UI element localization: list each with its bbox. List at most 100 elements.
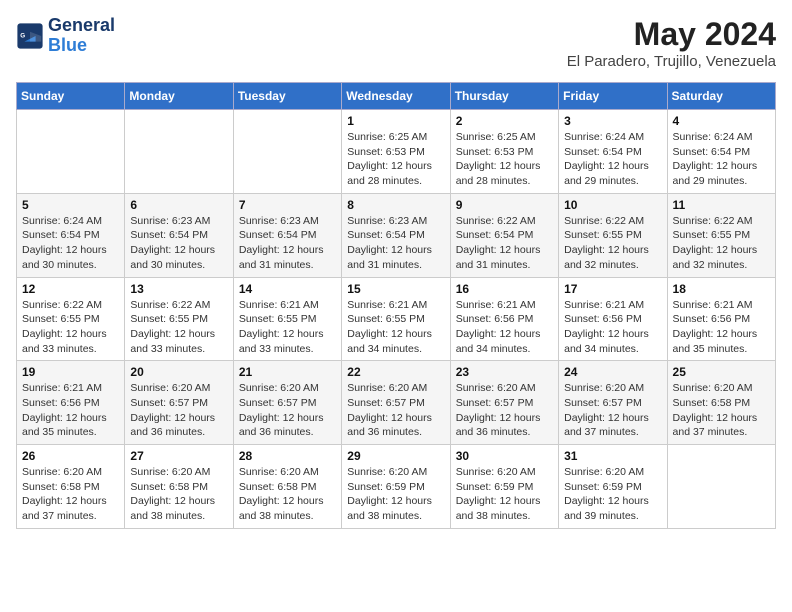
- day-info: Sunrise: 6:20 AM Sunset: 6:58 PM Dayligh…: [239, 465, 336, 524]
- day-info: Sunrise: 6:20 AM Sunset: 6:57 PM Dayligh…: [564, 381, 661, 440]
- page-header: G GeneralBlue May 2024 El Paradero, Truj…: [16, 16, 776, 70]
- calendar-cell: 20 Sunrise: 6:20 AM Sunset: 6:57 PM Dayli…: [125, 361, 233, 445]
- day-number: 16: [456, 282, 553, 296]
- day-info: Sunrise: 6:21 AM Sunset: 6:55 PM Dayligh…: [239, 298, 336, 357]
- calendar-cell: 5 Sunrise: 6:24 AM Sunset: 6:54 PM Daylig…: [17, 193, 125, 277]
- calendar-cell: 11 Sunrise: 6:22 AM Sunset: 6:55 PM Dayli…: [667, 193, 775, 277]
- day-info: Sunrise: 6:21 AM Sunset: 6:56 PM Dayligh…: [456, 298, 553, 357]
- day-number: 31: [564, 449, 661, 463]
- day-of-week-header: Monday: [125, 83, 233, 110]
- calendar-cell: 28 Sunrise: 6:20 AM Sunset: 6:58 PM Dayli…: [233, 445, 341, 529]
- calendar-week-row: 12Sunrise: 6:22 AM Sunset: 6:55 PM Dayli…: [17, 277, 776, 361]
- day-info: Sunrise: 6:20 AM Sunset: 6:59 PM Dayligh…: [564, 465, 661, 524]
- day-info: Sunrise: 6:23 AM Sunset: 6:54 PM Dayligh…: [347, 214, 444, 273]
- day-number: 23: [456, 365, 553, 379]
- day-number: 30: [456, 449, 553, 463]
- calendar-cell: 9 Sunrise: 6:22 AM Sunset: 6:54 PM Daylig…: [450, 193, 558, 277]
- calendar-cell: 14 Sunrise: 6:21 AM Sunset: 6:55 PM Dayli…: [233, 277, 341, 361]
- day-info: Sunrise: 6:20 AM Sunset: 6:57 PM Dayligh…: [456, 381, 553, 440]
- day-number: 15: [347, 282, 444, 296]
- day-number: 13: [130, 282, 227, 296]
- calendar-cell: 31 Sunrise: 6:20 AM Sunset: 6:59 PM Dayli…: [559, 445, 667, 529]
- day-info: Sunrise: 6:20 AM Sunset: 6:59 PM Dayligh…: [347, 465, 444, 524]
- day-info: Sunrise: 6:20 AM Sunset: 6:57 PM Dayligh…: [239, 381, 336, 440]
- calendar-cell: 10 Sunrise: 6:22 AM Sunset: 6:55 PM Dayli…: [559, 193, 667, 277]
- calendar-week-row: 1Sunrise: 6:25 AM Sunset: 6:53 PM Daylig…: [17, 110, 776, 194]
- day-info: Sunrise: 6:25 AM Sunset: 6:53 PM Dayligh…: [347, 130, 444, 189]
- day-number: 18: [673, 282, 770, 296]
- calendar-week-row: 5 Sunrise: 6:24 AM Sunset: 6:54 PM Daylig…: [17, 193, 776, 277]
- calendar-cell: 7 Sunrise: 6:23 AM Sunset: 6:54 PM Daylig…: [233, 193, 341, 277]
- day-info: Sunrise: 6:22 AM Sunset: 6:55 PM Dayligh…: [673, 214, 770, 273]
- day-info: Sunrise: 6:24 AM Sunset: 6:54 PM Dayligh…: [22, 214, 119, 273]
- day-info: Sunrise: 6:20 AM Sunset: 6:57 PM Dayligh…: [347, 381, 444, 440]
- day-number: 14: [239, 282, 336, 296]
- calendar-cell: 19 Sunrise: 6:21 AM Sunset: 6:56 PM Dayli…: [17, 361, 125, 445]
- day-number: 10: [564, 198, 661, 212]
- day-number: 2: [456, 114, 553, 128]
- calendar-cell: 8Sunrise: 6:23 AM Sunset: 6:54 PM Daylig…: [342, 193, 450, 277]
- day-info: Sunrise: 6:21 AM Sunset: 6:56 PM Dayligh…: [22, 381, 119, 440]
- logo-text: GeneralBlue: [48, 16, 115, 56]
- day-info: Sunrise: 6:20 AM Sunset: 6:58 PM Dayligh…: [130, 465, 227, 524]
- calendar-cell: 13Sunrise: 6:22 AM Sunset: 6:55 PM Dayli…: [125, 277, 233, 361]
- calendar-cell: 4 Sunrise: 6:24 AM Sunset: 6:54 PM Daylig…: [667, 110, 775, 194]
- calendar-cell: 16 Sunrise: 6:21 AM Sunset: 6:56 PM Dayli…: [450, 277, 558, 361]
- day-info: Sunrise: 6:22 AM Sunset: 6:55 PM Dayligh…: [564, 214, 661, 273]
- day-number: 4: [673, 114, 770, 128]
- day-number: 20: [130, 365, 227, 379]
- day-number: 19: [22, 365, 119, 379]
- day-info: Sunrise: 6:23 AM Sunset: 6:54 PM Dayligh…: [239, 214, 336, 273]
- day-info: Sunrise: 6:24 AM Sunset: 6:54 PM Dayligh…: [673, 130, 770, 189]
- day-info: Sunrise: 6:25 AM Sunset: 6:53 PM Dayligh…: [456, 130, 553, 189]
- svg-text:G: G: [20, 32, 25, 39]
- calendar-week-row: 26Sunrise: 6:20 AM Sunset: 6:58 PM Dayli…: [17, 445, 776, 529]
- day-info: Sunrise: 6:20 AM Sunset: 6:59 PM Dayligh…: [456, 465, 553, 524]
- calendar-cell: 1Sunrise: 6:25 AM Sunset: 6:53 PM Daylig…: [342, 110, 450, 194]
- calendar-cell: 21 Sunrise: 6:20 AM Sunset: 6:57 PM Dayli…: [233, 361, 341, 445]
- day-info: Sunrise: 6:23 AM Sunset: 6:54 PM Dayligh…: [130, 214, 227, 273]
- calendar-cell: 17 Sunrise: 6:21 AM Sunset: 6:56 PM Dayli…: [559, 277, 667, 361]
- calendar-cell: 24 Sunrise: 6:20 AM Sunset: 6:57 PM Dayli…: [559, 361, 667, 445]
- logo: G GeneralBlue: [16, 16, 115, 56]
- day-of-week-header: Saturday: [667, 83, 775, 110]
- day-number: 27: [130, 449, 227, 463]
- day-info: Sunrise: 6:21 AM Sunset: 6:56 PM Dayligh…: [673, 298, 770, 357]
- day-number: 28: [239, 449, 336, 463]
- location: El Paradero, Trujillo, Venezuela: [567, 53, 776, 70]
- calendar-cell: 3Sunrise: 6:24 AM Sunset: 6:54 PM Daylig…: [559, 110, 667, 194]
- day-number: 21: [239, 365, 336, 379]
- day-number: 25: [673, 365, 770, 379]
- day-number: 17: [564, 282, 661, 296]
- calendar-cell: 12Sunrise: 6:22 AM Sunset: 6:55 PM Dayli…: [17, 277, 125, 361]
- calendar-header-row: SundayMondayTuesdayWednesdayThursdayFrid…: [17, 83, 776, 110]
- day-info: Sunrise: 6:24 AM Sunset: 6:54 PM Dayligh…: [564, 130, 661, 189]
- calendar-cell: 15Sunrise: 6:21 AM Sunset: 6:55 PM Dayli…: [342, 277, 450, 361]
- logo-icon: G: [16, 22, 44, 50]
- day-number: 6: [130, 198, 227, 212]
- calendar-cell: 26Sunrise: 6:20 AM Sunset: 6:58 PM Dayli…: [17, 445, 125, 529]
- day-number: 5: [22, 198, 119, 212]
- day-info: Sunrise: 6:20 AM Sunset: 6:58 PM Dayligh…: [673, 381, 770, 440]
- day-info: Sunrise: 6:20 AM Sunset: 6:57 PM Dayligh…: [130, 381, 227, 440]
- calendar-cell: 30 Sunrise: 6:20 AM Sunset: 6:59 PM Dayli…: [450, 445, 558, 529]
- title-block: May 2024 El Paradero, Trujillo, Venezuel…: [567, 16, 776, 70]
- day-number: 11: [673, 198, 770, 212]
- calendar-cell: 23 Sunrise: 6:20 AM Sunset: 6:57 PM Dayli…: [450, 361, 558, 445]
- calendar-cell: 25 Sunrise: 6:20 AM Sunset: 6:58 PM Dayli…: [667, 361, 775, 445]
- day-of-week-header: Wednesday: [342, 83, 450, 110]
- day-number: 9: [456, 198, 553, 212]
- day-number: 7: [239, 198, 336, 212]
- day-info: Sunrise: 6:22 AM Sunset: 6:54 PM Dayligh…: [456, 214, 553, 273]
- day-number: 24: [564, 365, 661, 379]
- day-info: Sunrise: 6:21 AM Sunset: 6:56 PM Dayligh…: [564, 298, 661, 357]
- day-of-week-header: Friday: [559, 83, 667, 110]
- calendar-cell: 2 Sunrise: 6:25 AM Sunset: 6:53 PM Daylig…: [450, 110, 558, 194]
- calendar-cell: [125, 110, 233, 194]
- calendar-cell: [17, 110, 125, 194]
- calendar-cell: 6 Sunrise: 6:23 AM Sunset: 6:54 PM Daylig…: [125, 193, 233, 277]
- calendar-cell: [233, 110, 341, 194]
- calendar-week-row: 19 Sunrise: 6:21 AM Sunset: 6:56 PM Dayli…: [17, 361, 776, 445]
- calendar-cell: 18 Sunrise: 6:21 AM Sunset: 6:56 PM Dayli…: [667, 277, 775, 361]
- day-of-week-header: Thursday: [450, 83, 558, 110]
